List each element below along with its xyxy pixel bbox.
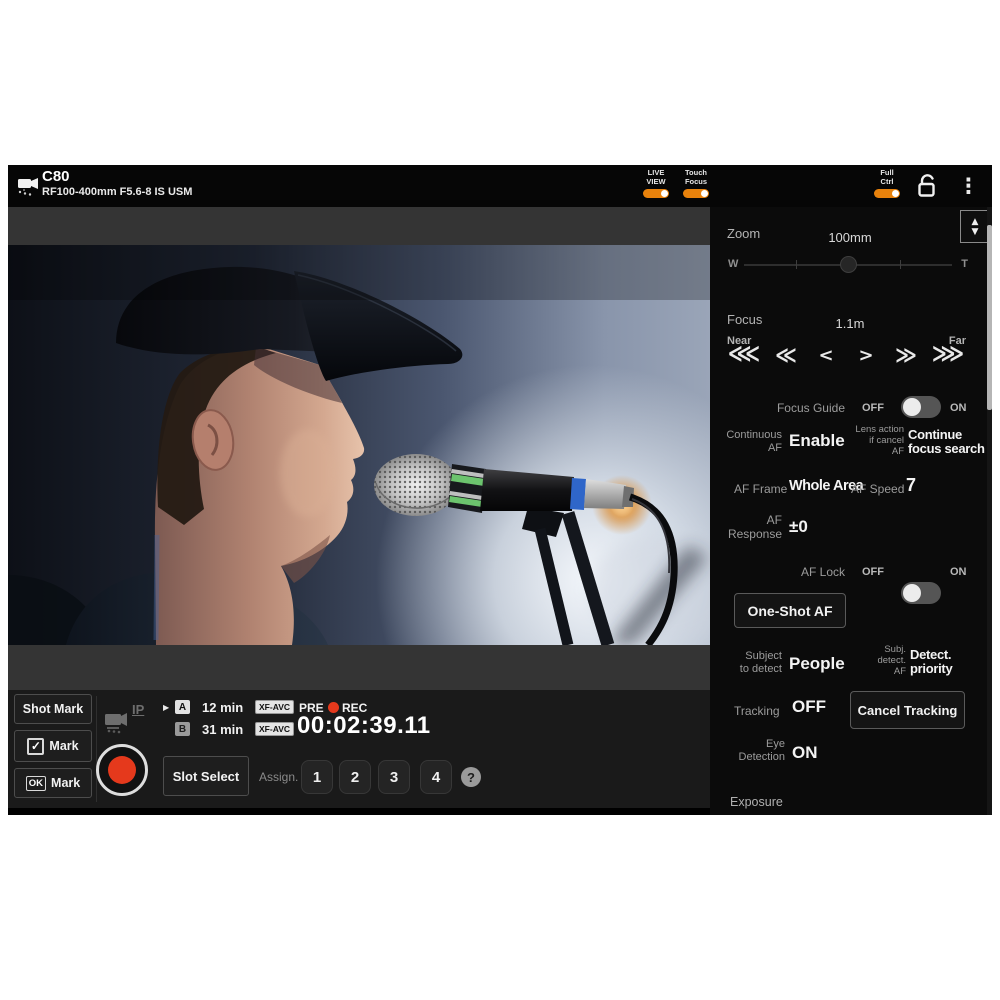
live-view-switch[interactable]	[643, 189, 669, 198]
eye-detection-value[interactable]: ON	[792, 744, 818, 762]
live-view-toggle[interactable]: LIVE VIEW	[637, 169, 675, 198]
camera-model: C80	[42, 168, 70, 185]
kebab-menu-icon[interactable]: ⋮	[958, 171, 976, 201]
assign-label: Assign.	[259, 770, 298, 784]
scrollbar-thumb[interactable]	[987, 225, 992, 410]
focus-far-slow-button[interactable]: >	[849, 345, 883, 377]
continuous-af-label: Continuous AF	[710, 429, 782, 455]
zoom-tele-label: T	[961, 258, 968, 270]
zoom-wide-label: W	[728, 258, 738, 270]
focus-guide-switch[interactable]	[901, 396, 941, 418]
ok-mark-label: Mark	[51, 776, 80, 790]
check-mark-button[interactable]: ✓ Mark	[14, 730, 92, 762]
live-view-scene	[8, 245, 710, 645]
ok-mark-button[interactable]: OK Mark	[14, 768, 92, 798]
af-lock-label: AF Lock	[730, 565, 845, 579]
divider	[96, 696, 97, 802]
video-column: Shot Mark ✓ Mark OK Mark IP	[8, 207, 710, 815]
focus-near-slow-button[interactable]: <	[809, 345, 843, 377]
unlock-icon[interactable]	[913, 172, 941, 200]
af-response-value[interactable]: ±0	[789, 518, 808, 536]
one-shot-af-button[interactable]: One-Shot AF	[734, 593, 846, 628]
cancel-tracking-button[interactable]: Cancel Tracking	[850, 691, 965, 729]
timecode: 00:02:39.11	[297, 712, 431, 740]
eye-detection-label: Eye Detection	[710, 738, 785, 764]
check-mark-label: Mark	[49, 739, 78, 753]
slider-tick	[900, 260, 901, 269]
continuous-af-value[interactable]: Enable	[789, 432, 845, 450]
full-ctrl-toggle[interactable]: Full Ctrl	[868, 169, 906, 198]
assign-button-2[interactable]: 2	[339, 760, 371, 794]
lens-action-value[interactable]: Continue focus search	[908, 428, 985, 456]
stepper-down-icon[interactable]: ▼	[972, 227, 979, 237]
top-bar: C80 RF100-400mm F5.6-8 IS USM LIVE VIEW …	[8, 165, 992, 207]
assign-button-1[interactable]: 1	[301, 760, 333, 794]
focus-guide-off-label: OFF	[862, 402, 884, 414]
assign-button-4[interactable]: 4	[420, 760, 452, 794]
slot-a-codec-badge: XF-AVC	[255, 700, 294, 714]
zoom-label: Zoom	[727, 226, 760, 241]
slider-thumb[interactable]	[840, 256, 857, 273]
zoom-value: 100mm	[810, 230, 890, 245]
exposure-section-header: Exposure	[730, 795, 783, 809]
ok-badge: OK	[26, 776, 46, 791]
focus-label: Focus	[727, 312, 762, 327]
checkbox-check-icon: ✓	[27, 738, 44, 755]
zoom-stepper[interactable]: ▲ ▼	[960, 210, 990, 243]
subject-to-detect-value[interactable]: People	[789, 655, 845, 673]
touch-focus-toggle[interactable]: Touch Focus	[677, 169, 715, 198]
af-lock-switch[interactable]	[901, 582, 941, 604]
zoom-slider[interactable]: W T	[728, 252, 968, 282]
slider-tick	[796, 260, 797, 269]
live-view-video[interactable]	[8, 245, 710, 645]
subj-detect-af-label: Subj. detect. AF	[860, 644, 906, 678]
browser-remote-app: C80 RF100-400mm F5.6-8 IS USM LIVE VIEW …	[8, 165, 992, 815]
full-ctrl-label: Full Ctrl	[880, 169, 893, 186]
slot-b-time: 31 min	[202, 722, 243, 737]
af-frame-label: AF Frame	[734, 482, 787, 496]
af-speed-value[interactable]: 7	[906, 476, 916, 495]
slot-a-badge: A	[175, 700, 190, 714]
slot-select-button[interactable]: Slot Select	[163, 756, 249, 796]
video-camera-icon	[17, 175, 41, 199]
slot-b-badge: B	[175, 722, 190, 736]
af-response-label: AF Response	[710, 513, 782, 541]
af-speed-label: AF Speed	[851, 482, 904, 496]
tracking-value[interactable]: OFF	[792, 698, 826, 716]
letterbox-top	[8, 207, 710, 245]
focus-guide-label: Focus Guide	[730, 401, 845, 415]
ip-streaming-icon: IP	[104, 700, 156, 744]
focus-near-fast-button[interactable]: ⋘	[727, 341, 761, 373]
slot-b-codec-badge: XF-AVC	[255, 722, 294, 736]
touch-focus-label: Touch Focus	[685, 169, 707, 186]
shot-mark-button[interactable]: Shot Mark	[14, 694, 92, 724]
subject-to-detect-label: Subject to detect	[710, 650, 782, 676]
record-button[interactable]	[96, 744, 148, 796]
lens-action-label: Lens action if cancel AF	[846, 424, 904, 458]
af-lock-off-label: OFF	[862, 566, 884, 578]
focus-guide-on-label: ON	[950, 402, 967, 414]
touch-focus-switch[interactable]	[683, 189, 709, 198]
slot-a-time: 12 min	[202, 700, 243, 715]
focus-far-fast-button[interactable]: ⋙	[931, 341, 965, 373]
assign-button-3[interactable]: 3	[378, 760, 410, 794]
live-view-label: LIVE VIEW	[646, 169, 665, 186]
subj-detect-af-value[interactable]: Detect. priority	[910, 648, 952, 676]
focus-far-medium-button[interactable]: ≫	[889, 343, 923, 375]
stepper-up-icon[interactable]: ▲	[972, 217, 979, 227]
record-dot-icon	[108, 756, 136, 784]
panel-scrollbar[interactable]	[987, 207, 992, 815]
bottom-control-bar: Shot Mark ✓ Mark OK Mark IP	[8, 690, 710, 808]
focus-near-medium-button[interactable]: ≪	[769, 343, 803, 375]
tracking-label: Tracking	[734, 704, 780, 718]
help-button[interactable]: ?	[461, 767, 481, 787]
lens-name: RF100-400mm F5.6-8 IS USM	[42, 186, 192, 198]
letterbox-bottom	[8, 645, 710, 690]
focus-distance-value: 1.1m	[810, 316, 890, 331]
af-lock-on-label: ON	[950, 566, 967, 578]
camera-settings-panel: Zoom 100mm ▲ ▼ W T Focus 1.1m Near Far ⋘…	[710, 207, 992, 815]
full-ctrl-switch[interactable]	[874, 189, 900, 198]
active-slot-play-icon: ▶	[163, 703, 169, 712]
ip-label: IP	[132, 702, 144, 717]
